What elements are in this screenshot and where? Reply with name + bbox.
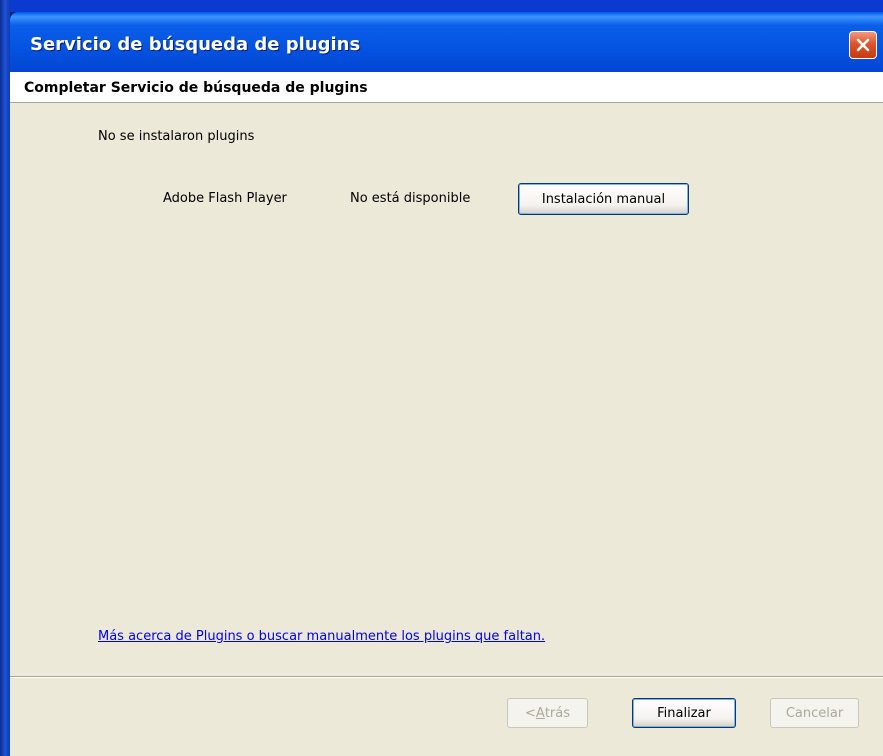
back-accelerator: A xyxy=(535,705,545,721)
window-top-border xyxy=(0,0,883,12)
footer-divider xyxy=(10,676,883,678)
wizard-page-title: Completar Servicio de búsqueda de plugin… xyxy=(24,80,368,96)
back-rest: trás xyxy=(544,705,570,721)
wizard-header: Completar Servicio de búsqueda de plugin… xyxy=(10,72,883,103)
back-prefix: < xyxy=(525,705,536,721)
close-icon xyxy=(856,38,870,52)
window-title: Servicio de búsqueda de plugins xyxy=(30,34,361,55)
dialog-window: Servicio de búsqueda de plugins Completa… xyxy=(0,0,883,756)
cancel-button[interactable]: Cancelar xyxy=(770,698,859,728)
title-bar[interactable]: Servicio de búsqueda de plugins xyxy=(10,12,883,72)
back-button[interactable]: < Atrás xyxy=(507,698,588,728)
plugin-name: Adobe Flash Player xyxy=(163,191,287,206)
manual-install-button[interactable]: Instalación manual xyxy=(518,183,689,215)
finish-button[interactable]: Finalizar xyxy=(632,698,736,728)
dialog-body: Completar Servicio de búsqueda de plugin… xyxy=(10,72,883,756)
window-left-border xyxy=(0,0,10,756)
plugin-status: No está disponible xyxy=(350,191,471,206)
more-plugins-link[interactable]: Más acerca de Plugins o buscar manualmen… xyxy=(98,629,545,644)
status-message: No se instalaron plugins xyxy=(98,129,255,144)
close-button[interactable] xyxy=(849,31,877,59)
